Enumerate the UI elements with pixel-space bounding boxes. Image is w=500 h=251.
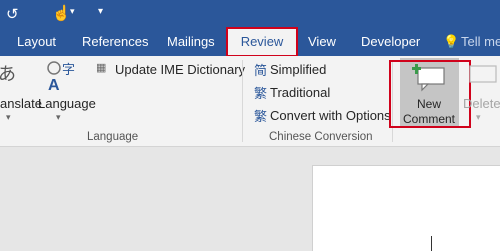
traditional-button[interactable]: Traditional xyxy=(270,85,330,100)
convert-with-options-button[interactable]: Convert with Options xyxy=(270,108,391,123)
simplified-button[interactable]: Simplified xyxy=(270,62,326,77)
chevron-down-icon[interactable]: ▾ xyxy=(70,6,75,17)
chevron-down-icon[interactable]: ▾ xyxy=(6,112,11,123)
svg-text:字: 字 xyxy=(62,63,75,78)
text-cursor xyxy=(431,236,432,251)
translate-icon[interactable]: あ xyxy=(0,60,28,90)
touch-mode-icon[interactable]: ☝ xyxy=(52,4,71,22)
lightbulb-icon: 💡 xyxy=(443,34,460,49)
language-button[interactable]: Language xyxy=(38,96,96,111)
svg-text:A: A xyxy=(48,77,60,92)
tell-me-box[interactable]: Tell me xyxy=(461,28,500,56)
chevron-down-icon[interactable]: ▾ xyxy=(476,112,481,123)
tab-view[interactable]: View xyxy=(308,28,336,56)
translate-button[interactable]: anslate xyxy=(0,96,42,111)
title-bar: ↺ ☝ ▾ ▾ xyxy=(0,0,500,28)
document-page[interactable] xyxy=(312,165,500,251)
svg-text:あ: あ xyxy=(0,64,16,85)
language-icon[interactable]: 字 A xyxy=(44,60,80,94)
convert-icon: 繁 xyxy=(254,109,268,124)
traditional-icon: 繁 xyxy=(254,86,268,101)
tab-references[interactable]: References xyxy=(82,28,148,56)
group-divider xyxy=(242,60,243,142)
tab-mailings[interactable]: Mailings xyxy=(167,28,215,56)
delete-button[interactable]: Delete xyxy=(463,96,500,111)
tab-developer[interactable]: Developer xyxy=(361,28,420,56)
delete-comment-icon xyxy=(469,65,497,83)
customize-toolbar-icon[interactable]: ▾ xyxy=(98,6,103,17)
redo-icon[interactable]: ↺ xyxy=(6,5,19,23)
chevron-down-icon[interactable]: ▾ xyxy=(56,112,61,123)
tab-layout[interactable]: Layout xyxy=(17,28,56,56)
chinese-conversion-group-label: Chinese Conversion xyxy=(269,131,373,143)
update-ime-dictionary-button[interactable]: Update IME Dictionary xyxy=(115,62,245,77)
simplified-icon: 简 xyxy=(254,63,268,78)
dictionary-icon: ▦ xyxy=(96,62,107,74)
language-group-label: Language xyxy=(87,131,139,143)
review-highlight xyxy=(226,27,298,57)
new-comment-highlight xyxy=(389,60,471,128)
ribbon-review: あ anslate ▾ 字 A Language ▾ ▦ Update IME … xyxy=(0,56,500,147)
